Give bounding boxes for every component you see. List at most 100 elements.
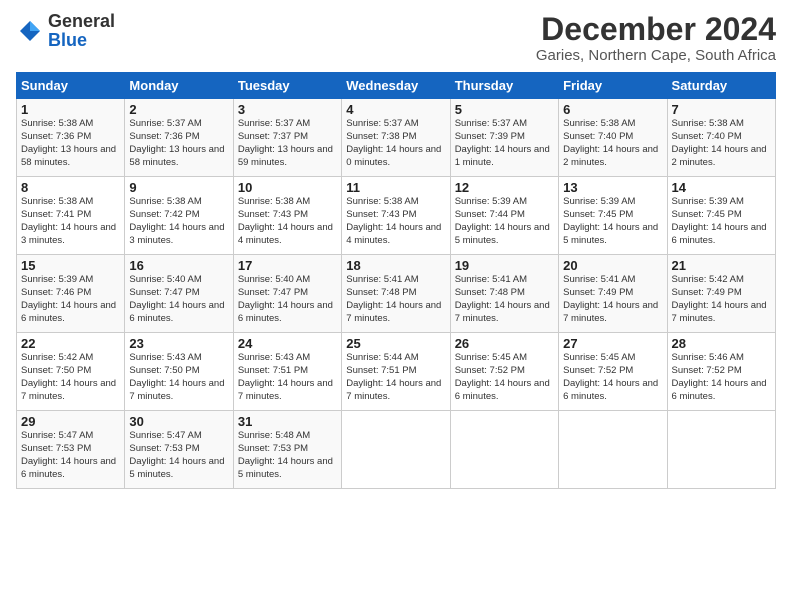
day-number: 6 — [563, 102, 662, 117]
cell-info: Sunrise: 5:48 AM Sunset: 7:53 PM Dayligh… — [238, 430, 337, 481]
calendar-cell: 9Sunrise: 5:38 AM Sunset: 7:42 PM Daylig… — [125, 177, 233, 255]
day-number: 11 — [346, 180, 445, 195]
day-number: 5 — [455, 102, 554, 117]
calendar-row: 8Sunrise: 5:38 AM Sunset: 7:41 PM Daylig… — [17, 177, 776, 255]
logo-icon — [16, 17, 44, 45]
day-number: 15 — [21, 258, 120, 273]
calendar-cell: 7Sunrise: 5:38 AM Sunset: 7:40 PM Daylig… — [667, 99, 775, 177]
weekday-header-row: Sunday Monday Tuesday Wednesday Thursday… — [17, 73, 776, 99]
day-number: 30 — [129, 414, 228, 429]
cell-info: Sunrise: 5:40 AM Sunset: 7:47 PM Dayligh… — [238, 274, 337, 325]
calendar-title: December 2024 — [536, 12, 776, 47]
calendar-cell: 15Sunrise: 5:39 AM Sunset: 7:46 PM Dayli… — [17, 255, 125, 333]
header: General Blue December 2024 Garies, North… — [16, 12, 776, 64]
cell-info: Sunrise: 5:41 AM Sunset: 7:48 PM Dayligh… — [455, 274, 554, 325]
cell-info: Sunrise: 5:41 AM Sunset: 7:49 PM Dayligh… — [563, 274, 662, 325]
logo: General Blue — [16, 12, 115, 50]
cell-info: Sunrise: 5:39 AM Sunset: 7:45 PM Dayligh… — [672, 196, 771, 247]
cell-info: Sunrise: 5:47 AM Sunset: 7:53 PM Dayligh… — [129, 430, 228, 481]
cell-info: Sunrise: 5:38 AM Sunset: 7:42 PM Dayligh… — [129, 196, 228, 247]
calendar-cell: 1Sunrise: 5:38 AM Sunset: 7:36 PM Daylig… — [17, 99, 125, 177]
cell-info: Sunrise: 5:42 AM Sunset: 7:49 PM Dayligh… — [672, 274, 771, 325]
cell-info: Sunrise: 5:38 AM Sunset: 7:36 PM Dayligh… — [21, 118, 120, 169]
title-block: December 2024 Garies, Northern Cape, Sou… — [536, 12, 776, 64]
day-number: 10 — [238, 180, 337, 195]
calendar-cell: 2Sunrise: 5:37 AM Sunset: 7:36 PM Daylig… — [125, 99, 233, 177]
calendar-cell: 14Sunrise: 5:39 AM Sunset: 7:45 PM Dayli… — [667, 177, 775, 255]
header-wednesday: Wednesday — [342, 73, 450, 99]
calendar-cell: 3Sunrise: 5:37 AM Sunset: 7:37 PM Daylig… — [233, 99, 341, 177]
cell-info: Sunrise: 5:37 AM Sunset: 7:39 PM Dayligh… — [455, 118, 554, 169]
header-friday: Friday — [559, 73, 667, 99]
cell-info: Sunrise: 5:47 AM Sunset: 7:53 PM Dayligh… — [21, 430, 120, 481]
calendar-cell: 13Sunrise: 5:39 AM Sunset: 7:45 PM Dayli… — [559, 177, 667, 255]
calendar-cell — [342, 411, 450, 489]
day-number: 19 — [455, 258, 554, 273]
calendar-location: Garies, Northern Cape, South Africa — [536, 47, 776, 64]
logo-blue: Blue — [48, 30, 87, 50]
calendar-row: 22Sunrise: 5:42 AM Sunset: 7:50 PM Dayli… — [17, 333, 776, 411]
cell-info: Sunrise: 5:38 AM Sunset: 7:40 PM Dayligh… — [563, 118, 662, 169]
day-number: 4 — [346, 102, 445, 117]
cell-info: Sunrise: 5:45 AM Sunset: 7:52 PM Dayligh… — [563, 352, 662, 403]
calendar-cell: 5Sunrise: 5:37 AM Sunset: 7:39 PM Daylig… — [450, 99, 558, 177]
calendar-cell: 12Sunrise: 5:39 AM Sunset: 7:44 PM Dayli… — [450, 177, 558, 255]
calendar-row: 1Sunrise: 5:38 AM Sunset: 7:36 PM Daylig… — [17, 99, 776, 177]
day-number: 3 — [238, 102, 337, 117]
calendar-cell: 11Sunrise: 5:38 AM Sunset: 7:43 PM Dayli… — [342, 177, 450, 255]
day-number: 23 — [129, 336, 228, 351]
calendar-cell: 6Sunrise: 5:38 AM Sunset: 7:40 PM Daylig… — [559, 99, 667, 177]
day-number: 2 — [129, 102, 228, 117]
header-monday: Monday — [125, 73, 233, 99]
header-sunday: Sunday — [17, 73, 125, 99]
day-number: 29 — [21, 414, 120, 429]
calendar-cell: 8Sunrise: 5:38 AM Sunset: 7:41 PM Daylig… — [17, 177, 125, 255]
day-number: 18 — [346, 258, 445, 273]
calendar-cell: 20Sunrise: 5:41 AM Sunset: 7:49 PM Dayli… — [559, 255, 667, 333]
cell-info: Sunrise: 5:41 AM Sunset: 7:48 PM Dayligh… — [346, 274, 445, 325]
day-number: 8 — [21, 180, 120, 195]
header-tuesday: Tuesday — [233, 73, 341, 99]
calendar-cell: 10Sunrise: 5:38 AM Sunset: 7:43 PM Dayli… — [233, 177, 341, 255]
calendar-cell: 22Sunrise: 5:42 AM Sunset: 7:50 PM Dayli… — [17, 333, 125, 411]
cell-info: Sunrise: 5:38 AM Sunset: 7:40 PM Dayligh… — [672, 118, 771, 169]
day-number: 27 — [563, 336, 662, 351]
calendar-cell: 30Sunrise: 5:47 AM Sunset: 7:53 PM Dayli… — [125, 411, 233, 489]
day-number: 12 — [455, 180, 554, 195]
calendar-table: Sunday Monday Tuesday Wednesday Thursday… — [16, 72, 776, 489]
calendar-cell: 28Sunrise: 5:46 AM Sunset: 7:52 PM Dayli… — [667, 333, 775, 411]
calendar-cell: 25Sunrise: 5:44 AM Sunset: 7:51 PM Dayli… — [342, 333, 450, 411]
calendar-cell: 24Sunrise: 5:43 AM Sunset: 7:51 PM Dayli… — [233, 333, 341, 411]
day-number: 13 — [563, 180, 662, 195]
cell-info: Sunrise: 5:43 AM Sunset: 7:50 PM Dayligh… — [129, 352, 228, 403]
calendar-cell: 4Sunrise: 5:37 AM Sunset: 7:38 PM Daylig… — [342, 99, 450, 177]
cell-info: Sunrise: 5:40 AM Sunset: 7:47 PM Dayligh… — [129, 274, 228, 325]
cell-info: Sunrise: 5:37 AM Sunset: 7:36 PM Dayligh… — [129, 118, 228, 169]
cell-info: Sunrise: 5:43 AM Sunset: 7:51 PM Dayligh… — [238, 352, 337, 403]
header-thursday: Thursday — [450, 73, 558, 99]
calendar-cell: 19Sunrise: 5:41 AM Sunset: 7:48 PM Dayli… — [450, 255, 558, 333]
day-number: 16 — [129, 258, 228, 273]
cell-info: Sunrise: 5:44 AM Sunset: 7:51 PM Dayligh… — [346, 352, 445, 403]
cell-info: Sunrise: 5:37 AM Sunset: 7:37 PM Dayligh… — [238, 118, 337, 169]
cell-info: Sunrise: 5:39 AM Sunset: 7:46 PM Dayligh… — [21, 274, 120, 325]
calendar-cell: 23Sunrise: 5:43 AM Sunset: 7:50 PM Dayli… — [125, 333, 233, 411]
day-number: 1 — [21, 102, 120, 117]
cell-info: Sunrise: 5:38 AM Sunset: 7:43 PM Dayligh… — [238, 196, 337, 247]
day-number: 22 — [21, 336, 120, 351]
calendar-row: 15Sunrise: 5:39 AM Sunset: 7:46 PM Dayli… — [17, 255, 776, 333]
calendar-cell — [559, 411, 667, 489]
day-number: 25 — [346, 336, 445, 351]
calendar-cell: 27Sunrise: 5:45 AM Sunset: 7:52 PM Dayli… — [559, 333, 667, 411]
day-number: 26 — [455, 336, 554, 351]
header-saturday: Saturday — [667, 73, 775, 99]
logo-general: General — [48, 11, 115, 31]
calendar-cell — [667, 411, 775, 489]
calendar-cell: 29Sunrise: 5:47 AM Sunset: 7:53 PM Dayli… — [17, 411, 125, 489]
cell-info: Sunrise: 5:39 AM Sunset: 7:45 PM Dayligh… — [563, 196, 662, 247]
day-number: 31 — [238, 414, 337, 429]
page: General Blue December 2024 Garies, North… — [0, 0, 792, 499]
day-number: 14 — [672, 180, 771, 195]
calendar-cell: 16Sunrise: 5:40 AM Sunset: 7:47 PM Dayli… — [125, 255, 233, 333]
calendar-cell: 26Sunrise: 5:45 AM Sunset: 7:52 PM Dayli… — [450, 333, 558, 411]
